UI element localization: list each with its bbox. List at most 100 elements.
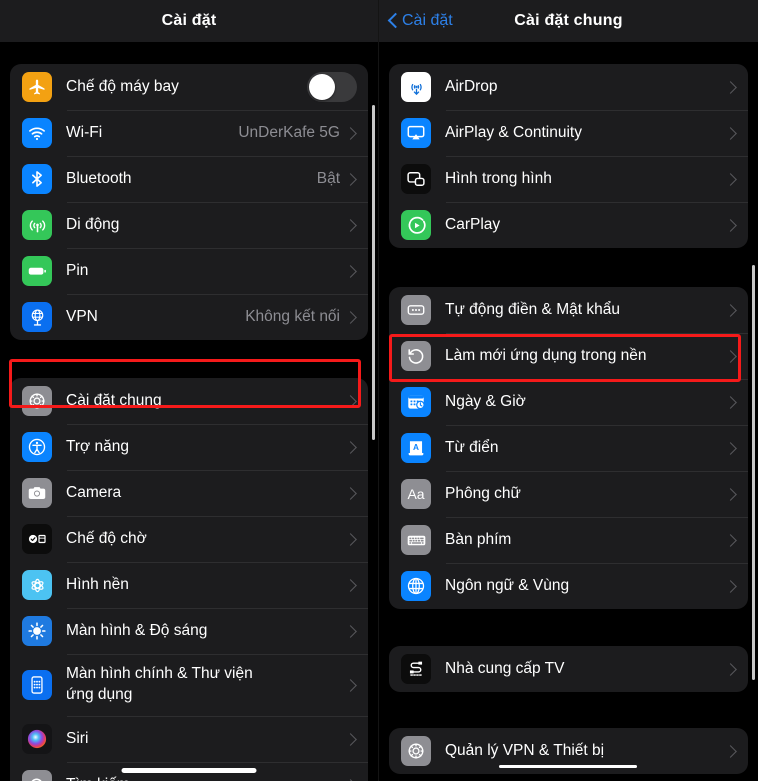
chevron-left-icon <box>389 13 398 29</box>
chevron-right-icon <box>729 533 737 547</box>
sidebar-item-label: Siri <box>66 729 89 747</box>
picture-in-picture-icon <box>401 164 431 194</box>
left-scroll-body[interactable]: Chế độ máy bay Wi-Fi UnDerKafe 5G Blueto… <box>0 42 378 781</box>
chevron-right-icon <box>729 579 737 593</box>
language-globe-icon <box>401 571 431 601</box>
list-item-keyboard[interactable]: Bàn phím <box>389 517 748 563</box>
sidebar-item-accessibility[interactable]: Trợ năng <box>10 424 368 470</box>
sidebar-item-siri[interactable]: Siri <box>10 716 368 762</box>
sidebar-item-label: Di động <box>66 215 120 233</box>
left-card-system: Cài đặt chung Trợ năng Camera Chế độ chờ… <box>10 378 368 781</box>
list-item-label: AirDrop <box>445 77 498 95</box>
autofill-icon <box>401 295 431 325</box>
chevron-right-icon <box>349 486 357 500</box>
sidebar-item-label: Hình nền <box>66 575 129 593</box>
list-item-language-region[interactable]: Ngôn ngữ & Vùng <box>389 563 748 609</box>
list-item-fonts[interactable]: Aa Phông chữ <box>389 471 748 517</box>
airplane-icon <box>22 72 52 102</box>
airplay-icon <box>401 118 431 148</box>
right-scroll-body[interactable]: AirDrop AirPlay & Continuity Hình trong … <box>379 42 758 781</box>
chevron-right-icon <box>349 394 357 408</box>
left-navbar: Cài đặt <box>0 0 378 42</box>
keyboard-icon <box>401 525 431 555</box>
bluetooth-icon <box>22 164 52 194</box>
sidebar-item-display-brightness[interactable]: Màn hình & Độ sáng <box>10 608 368 654</box>
list-item-label: Làm mới ứng dụng trong nền <box>445 346 647 364</box>
chevron-right-icon <box>729 80 737 94</box>
sidebar-item-wallpaper[interactable]: Hình nền <box>10 562 368 608</box>
chevron-right-icon <box>349 172 357 186</box>
left-card-connectivity: Chế độ máy bay Wi-Fi UnDerKafe 5G Blueto… <box>10 64 368 340</box>
chevron-right-icon <box>729 441 737 455</box>
general-settings-detail-panel: Cài đặt Cài đặt chung AirDrop AirPlay & … <box>379 0 758 781</box>
sidebar-item-label: Wi-Fi <box>66 123 103 141</box>
toggle-knob <box>309 74 335 100</box>
sidebar-item-label: Pin <box>66 261 89 279</box>
sidebar-item-label: Màn hình & Độ sáng <box>66 621 208 639</box>
airplane-mode-toggle[interactable] <box>307 72 357 102</box>
home-indicator <box>121 768 257 773</box>
sidebar-item-standby[interactable]: Chế độ chờ <box>10 516 368 562</box>
left-scrollbar[interactable] <box>372 105 375 440</box>
sidebar-item-wifi[interactable]: Wi-Fi UnDerKafe 5G <box>10 110 368 156</box>
dictionary-icon: A <box>401 433 431 463</box>
cellular-icon <box>22 210 52 240</box>
chevron-right-icon <box>729 303 737 317</box>
right-card-tv-provider: Nhà cung cấp TV <box>389 646 748 692</box>
siri-icon <box>22 724 52 754</box>
sidebar-item-label: Cài đặt chung <box>66 391 162 409</box>
list-item-label: Ngày & Giờ <box>445 392 526 410</box>
chevron-right-icon <box>349 310 357 324</box>
list-item-label: CarPlay <box>445 215 501 233</box>
tv-provider-icon <box>401 654 431 684</box>
chevron-right-icon <box>349 732 357 746</box>
text-underline-mark <box>499 765 637 768</box>
wallpaper-icon <box>22 570 52 600</box>
chevron-right-icon <box>349 624 357 638</box>
list-item-label: Nhà cung cấp TV <box>445 659 565 677</box>
right-navbar: Cài đặt Cài đặt chung <box>379 0 758 42</box>
sidebar-item-vpn[interactable]: VPN Không kết nối <box>10 294 368 340</box>
chevron-right-icon <box>349 678 357 692</box>
list-item-background-app-refresh[interactable]: Làm mới ứng dụng trong nền <box>389 333 748 379</box>
list-item-tv-provider[interactable]: Nhà cung cấp TV <box>389 646 748 692</box>
sidebar-item-camera[interactable]: Camera <box>10 470 368 516</box>
settings-master-panel: Cài đặt Chế độ máy bay Wi-Fi UnDerKafe 5… <box>0 0 379 781</box>
list-item-picture-in-picture[interactable]: Hình trong hình <box>389 156 748 202</box>
list-item-label: Bàn phím <box>445 530 512 548</box>
right-card-system: Tự động điền & Mật khẩu Làm mới ứng dụng… <box>389 287 748 609</box>
chevron-right-icon <box>729 172 737 186</box>
list-item-dictionary[interactable]: A Từ điển <box>389 425 748 471</box>
carplay-icon <box>401 210 431 240</box>
sidebar-item-label: Chế độ máy bay <box>66 77 179 95</box>
sidebar-item-airplane-mode[interactable]: Chế độ máy bay <box>10 64 368 110</box>
back-button[interactable]: Cài đặt <box>389 0 453 42</box>
list-item-label: Từ điển <box>445 438 499 456</box>
list-item-date-time[interactable]: Ngày & Giờ <box>389 379 748 425</box>
accessibility-icon <box>22 432 52 462</box>
back-button-label: Cài đặt <box>402 12 453 29</box>
sidebar-item-home-screen[interactable]: Màn hình chính & Thư viện ứng dụng <box>10 654 368 716</box>
list-item-label: Hình trong hình <box>445 169 552 187</box>
date-time-icon <box>401 387 431 417</box>
sidebar-item-label: Tìm kiếm <box>66 775 349 781</box>
chevron-right-icon <box>349 218 357 232</box>
sidebar-item-bluetooth[interactable]: Bluetooth Bật <box>10 156 368 202</box>
chevron-right-icon <box>729 218 737 232</box>
list-item-autofill-passwords[interactable]: Tự động điền & Mật khẩu <box>389 287 748 333</box>
list-item-airplay-continuity[interactable]: AirPlay & Continuity <box>389 110 748 156</box>
airdrop-icon <box>401 72 431 102</box>
chevron-right-icon <box>729 395 737 409</box>
right-card-connectivity: AirDrop AirPlay & Continuity Hình trong … <box>389 64 748 248</box>
sidebar-item-label: VPN <box>66 307 98 325</box>
sidebar-item-general[interactable]: Cài đặt chung <box>10 378 368 424</box>
sidebar-item-cellular[interactable]: Di động <box>10 202 368 248</box>
list-item-carplay[interactable]: CarPlay <box>389 202 748 248</box>
list-item-airdrop[interactable]: AirDrop <box>389 64 748 110</box>
sidebar-item-label: Trợ năng <box>66 437 130 455</box>
sidebar-item-battery[interactable]: Pin <box>10 248 368 294</box>
right-scrollbar[interactable] <box>752 265 755 680</box>
wifi-network-value: UnDerKafe 5G <box>238 124 340 141</box>
sidebar-item-label: Chế độ chờ <box>66 529 147 547</box>
list-item-label: Phông chữ <box>445 484 521 502</box>
